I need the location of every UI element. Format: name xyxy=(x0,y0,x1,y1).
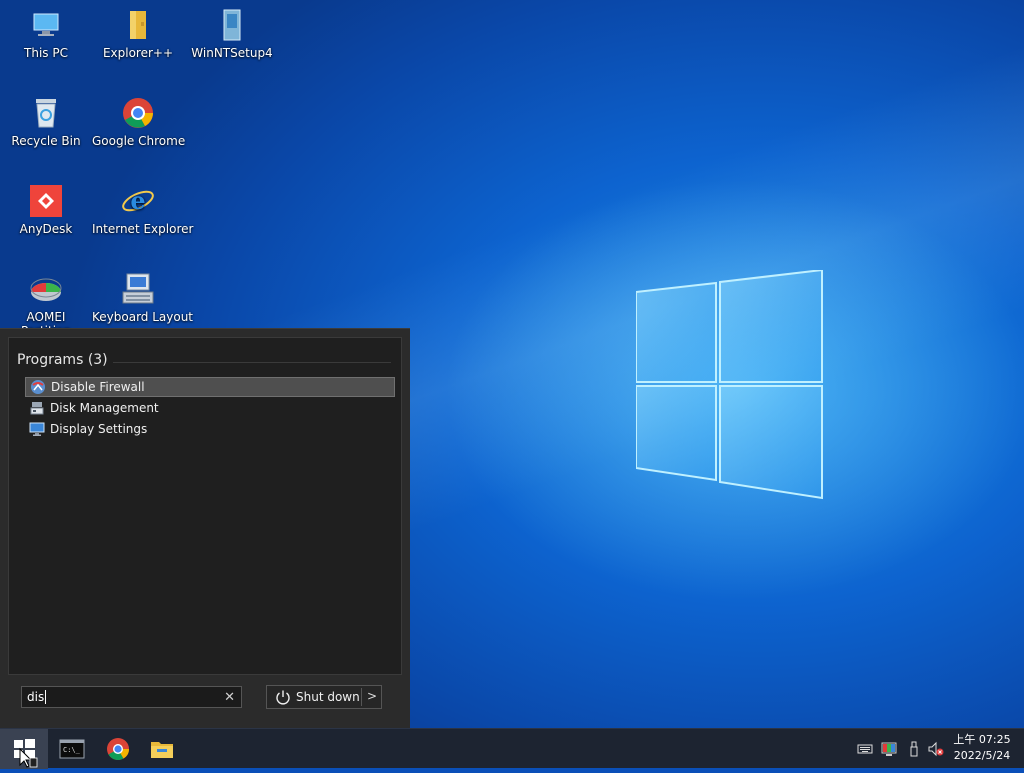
taskbar-file-explorer[interactable] xyxy=(148,735,176,763)
windows-start-icon xyxy=(14,739,38,768)
result-item-label: Disk Management xyxy=(50,401,159,415)
desktop-icon-label: AnyDesk xyxy=(19,222,73,236)
clear-search-icon[interactable]: ✕ xyxy=(224,690,235,705)
desktop-icon-this-pc[interactable]: This PC xyxy=(0,8,92,60)
desktop-icon-label: Internet Explorer xyxy=(92,222,194,236)
programs-section-title: Programs (3) xyxy=(17,352,108,368)
keyboard-icon[interactable] xyxy=(857,741,873,757)
anydesk-icon xyxy=(29,184,63,218)
clock-time: 07:25 xyxy=(978,733,1011,746)
disk-management-icon xyxy=(29,400,45,416)
section-divider xyxy=(113,362,391,363)
display-icon xyxy=(29,421,45,437)
desktop-icon-recycle-bin[interactable]: Recycle Bin xyxy=(0,96,92,148)
partition-tool-icon xyxy=(29,272,63,306)
internet-explorer-icon: e xyxy=(121,184,155,218)
svg-text:e: e xyxy=(130,186,145,215)
computer-icon xyxy=(29,8,63,42)
start-search-input[interactable]: dis ✕ xyxy=(21,686,242,708)
clock-time-row: 上午 07:25 xyxy=(946,732,1018,748)
desktop-icon-anydesk[interactable]: AnyDesk xyxy=(0,184,92,236)
desktop-icon-label: WinNTSetup4 xyxy=(191,46,273,60)
taskbar-chrome[interactable] xyxy=(104,735,132,763)
desktop-icon-google-chrome[interactable]: Google Chrome xyxy=(92,96,186,148)
clock-time-prefix: 上午 xyxy=(953,733,976,746)
search-results-pane: Programs (3) Disable Firewall Disk Manag… xyxy=(8,337,402,675)
desktop-icon-label: Recycle Bin xyxy=(11,134,81,148)
setup-app-icon xyxy=(215,8,249,42)
result-item-disable-firewall[interactable]: Disable Firewall xyxy=(25,377,395,397)
chrome-icon xyxy=(121,96,155,130)
taskbar: C:\_ 上午 07:25 2022/5/24 xyxy=(0,728,1024,769)
firewall-icon xyxy=(30,379,46,395)
svg-text:C:\_: C:\_ xyxy=(63,746,81,754)
start-button[interactable] xyxy=(0,729,48,769)
file-explorer-icon xyxy=(151,742,173,758)
result-item-disk-management[interactable]: Disk Management xyxy=(25,398,395,418)
volume-muted-icon[interactable] xyxy=(928,741,944,757)
power-icon xyxy=(275,689,291,705)
desktop-icon-keyboard-layout[interactable]: Keyboard Layout xyxy=(92,272,194,324)
desktop-icon-label: Explorer++ xyxy=(102,46,174,60)
folder-icon xyxy=(121,8,155,42)
clock-date: 2022/5/24 xyxy=(953,749,1011,762)
taskbar-clock[interactable]: 上午 07:25 2022/5/24 xyxy=(946,732,1018,764)
desktop-icon-explorerpp[interactable]: Explorer++ xyxy=(92,8,184,60)
text-caret xyxy=(45,690,47,704)
shut-down-label: Shut down xyxy=(296,690,360,704)
chevron-right-icon[interactable]: > xyxy=(367,689,377,703)
recycle-bin-icon xyxy=(29,96,63,130)
desktop-icon-label: Google Chrome xyxy=(92,134,186,148)
taskbar-cmd[interactable]: C:\_ xyxy=(58,735,86,763)
cmd-icon: C:\_ xyxy=(59,739,85,759)
desktop-icon-label: Keyboard Layout xyxy=(92,310,194,324)
shutdown-divider xyxy=(361,688,362,706)
windows-logo-wallpaper xyxy=(635,268,824,500)
shut-down-button[interactable]: Shut down > xyxy=(266,685,382,709)
start-menu: Programs (3) Disable Firewall Disk Manag… xyxy=(0,328,410,728)
keyboard-icon xyxy=(121,272,155,306)
desktop-icon-internet-explorer[interactable]: e Internet Explorer xyxy=(92,184,194,236)
result-item-label: Disable Firewall xyxy=(51,380,145,394)
desktop-icon-winntsetup[interactable]: WinNTSetup4 xyxy=(186,8,278,60)
color-display-icon[interactable] xyxy=(881,741,897,757)
usb-icon[interactable] xyxy=(906,741,922,757)
chrome-icon xyxy=(107,738,129,760)
result-item-display-settings[interactable]: Display Settings xyxy=(25,419,395,439)
search-input-value: dis xyxy=(27,690,45,704)
desktop-icon-label: This PC xyxy=(24,46,68,60)
result-item-label: Display Settings xyxy=(50,422,148,436)
